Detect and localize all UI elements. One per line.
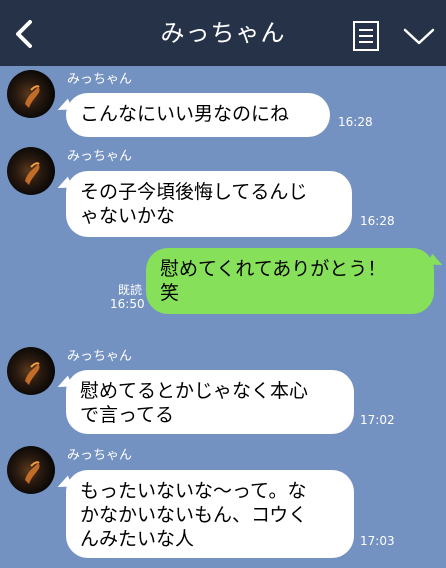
message-time: 16:28 (338, 115, 373, 129)
avatar[interactable] (7, 446, 55, 494)
message-time: 16:50 (110, 297, 145, 311)
message-bubble[interactable]: 慰めてるとかじゃなく本心 で言ってる (66, 370, 354, 434)
message-time: 17:02 (360, 413, 395, 427)
note-list-icon (353, 21, 379, 51)
avatar[interactable] (7, 347, 55, 395)
message-bubble[interactable]: その子今頃後悔してるんじ ゃないかな (66, 171, 352, 237)
avatar[interactable] (7, 147, 55, 195)
sender-name: みっちゃん (67, 349, 133, 364)
back-button[interactable] (8, 16, 40, 52)
message-list[interactable]: みっちゃん こんなにいい男なのにね 16:28 みっちゃん その子今頃後悔してる… (0, 66, 446, 568)
message-time: 17:03 (360, 534, 395, 548)
chat-title: みっちゃん (160, 19, 286, 47)
notes-button[interactable] (352, 20, 380, 52)
chat-screen: みっちゃん みっちゃん こんなにいい男なのにね 16:28 みっちゃん その子今… (0, 0, 446, 568)
collapse-button[interactable] (402, 23, 436, 49)
message-bubble[interactable]: こんなにいい男なのにね (66, 93, 330, 137)
read-status: 既読 (117, 283, 142, 297)
sender-name: みっちゃん (67, 448, 133, 463)
chat-header: みっちゃん (0, 0, 446, 66)
chevron-down-icon (403, 28, 435, 45)
sender-name: みっちゃん (67, 72, 133, 87)
message-time: 16:28 (360, 214, 395, 228)
message-bubble[interactable]: 慰めてくれてありがとう！ 笑 (146, 248, 434, 314)
sender-name: みっちゃん (67, 149, 133, 164)
message-bubble[interactable]: もったいないな〜って。な かなかいないもん、コウく んみたいな人 (66, 470, 354, 558)
chevron-left-icon (16, 20, 32, 48)
avatar[interactable] (7, 70, 55, 118)
